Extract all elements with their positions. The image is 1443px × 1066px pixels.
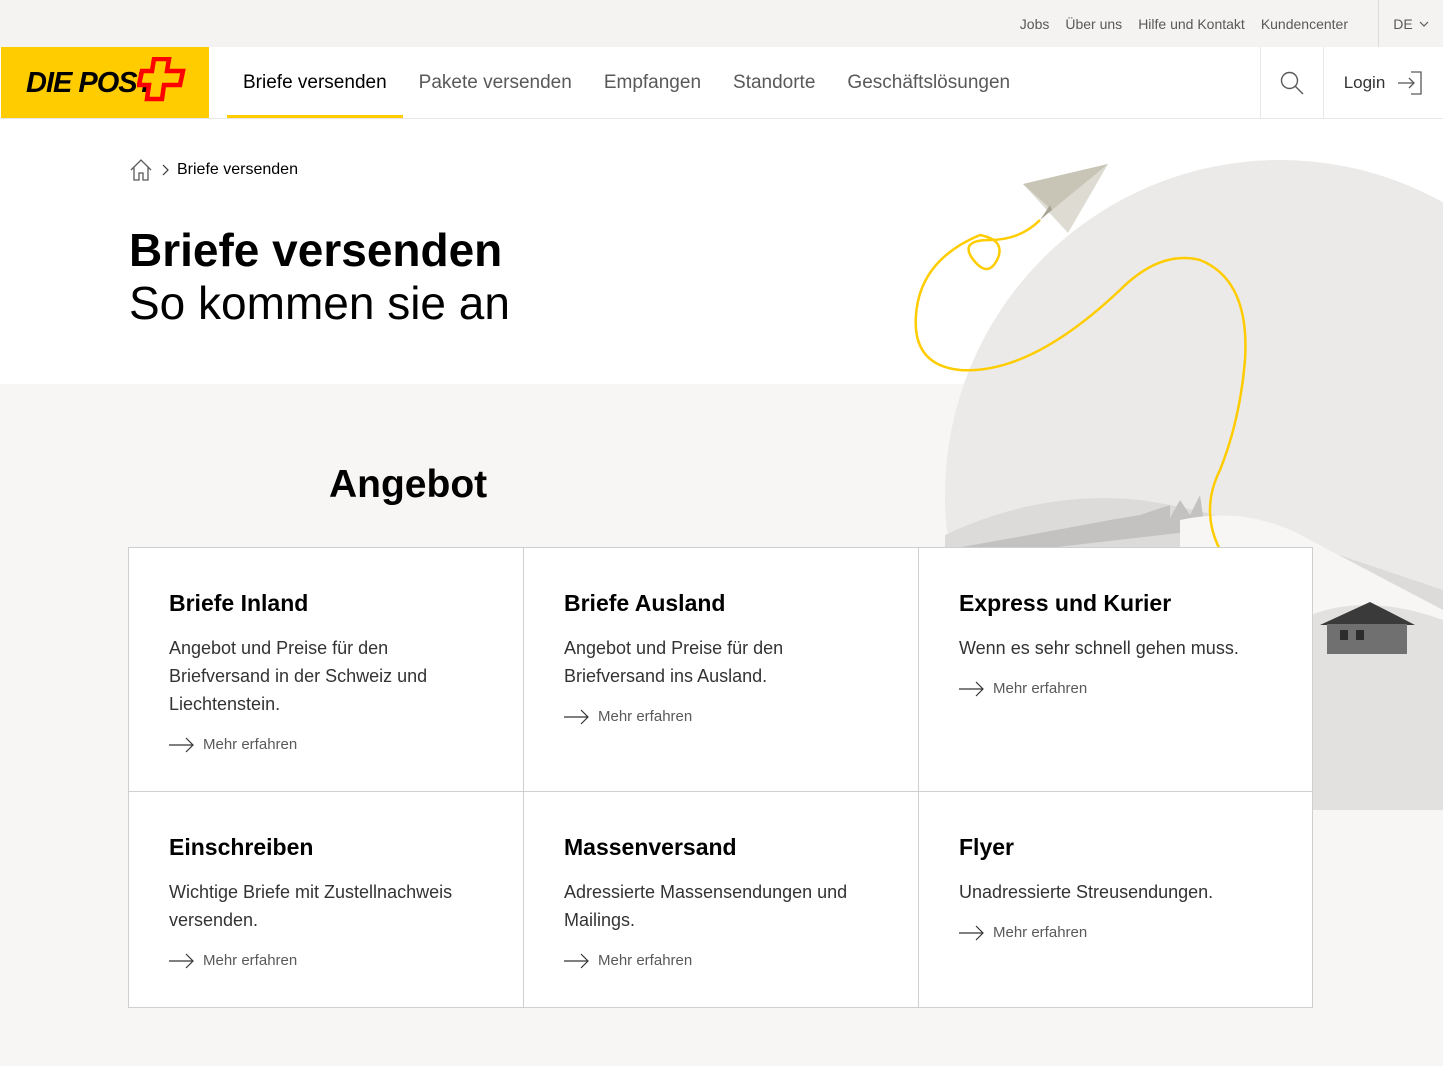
card-title: Massenversand — [564, 834, 737, 860]
nav-item-standorte[interactable]: Standorte — [717, 47, 831, 118]
login-button[interactable]: Login — [1324, 47, 1443, 118]
arrow-right-icon — [169, 737, 194, 752]
section-title-angebot: Angebot — [329, 463, 488, 506]
meta-link-hilfe-kontakt[interactable]: Hilfe und Kontakt — [1138, 16, 1245, 32]
chevron-down-icon — [1419, 21, 1429, 27]
breadcrumb-current: Briefe versenden — [177, 161, 298, 178]
offer-card-flyer[interactable]: Flyer Unadressierte Streusendungen. Mehr… — [919, 792, 1312, 1007]
card-link-label: Mehr erfahren — [203, 736, 298, 753]
page-subtitle: So kommen sie an — [129, 277, 510, 329]
card-title: Flyer — [959, 834, 1014, 860]
logo-text: DIE POST — [26, 67, 154, 99]
offer-card-express-kurier[interactable]: Express und Kurier Wenn es sehr schnell … — [919, 548, 1312, 792]
language-label: DE — [1393, 15, 1413, 32]
offer-grid: Briefe Inland Angebot und Preise für den… — [128, 547, 1313, 1008]
meta-link-kundencenter[interactable]: Kundencenter — [1261, 16, 1348, 32]
card-title: Briefe Inland — [169, 590, 309, 616]
nav-items: Briefe versenden Pakete versenden Empfan… — [227, 47, 1026, 118]
card-link[interactable]: Mehr erfahren — [959, 680, 1272, 697]
page-title: Briefe versenden — [129, 224, 503, 276]
search-icon — [1280, 71, 1304, 94]
card-link-label: Mehr erfahren — [598, 952, 693, 969]
home-icon[interactable] — [129, 158, 153, 182]
card-link-label: Mehr erfahren — [598, 708, 693, 725]
nav-item-geschaeftsloesungen[interactable]: Geschäftslösungen — [831, 47, 1026, 118]
nav-item-briefe-versenden[interactable]: Briefe versenden — [227, 47, 403, 118]
card-link-label: Mehr erfahren — [993, 924, 1088, 941]
offer-card-briefe-inland[interactable]: Briefe Inland Angebot und Preise für den… — [129, 548, 524, 792]
swiss-cross-icon — [137, 57, 186, 102]
nav-item-pakete-versenden[interactable]: Pakete versenden — [403, 47, 588, 118]
card-link-label: Mehr erfahren — [993, 680, 1088, 697]
card-link-label: Mehr erfahren — [203, 952, 298, 969]
breadcrumb: Briefe versenden — [129, 158, 298, 182]
arrow-right-icon — [564, 709, 589, 724]
card-link[interactable]: Mehr erfahren — [564, 708, 878, 725]
logo[interactable]: DIE POST — [1, 47, 209, 118]
card-text: Wenn es sehr schnell gehen muss. — [959, 638, 1239, 658]
login-label: Login — [1343, 72, 1386, 92]
card-text: Angebot und Preise für den Briefversand … — [564, 638, 784, 686]
arrow-right-icon — [564, 953, 589, 968]
login-icon — [1398, 70, 1422, 95]
nav-item-empfangen[interactable]: Empfangen — [588, 47, 717, 118]
offer-card-massenversand[interactable]: Massenversand Adressierte Massensendunge… — [524, 792, 919, 1007]
arrow-right-icon — [959, 681, 984, 696]
search-button[interactable] — [1260, 47, 1324, 118]
card-link[interactable]: Mehr erfahren — [169, 952, 483, 969]
arrow-right-icon — [959, 925, 984, 940]
arrow-right-icon — [169, 953, 194, 968]
meta-links: Jobs Über uns Hilfe und Kontakt Kundence… — [1020, 0, 1348, 47]
offer-card-einschreiben[interactable]: Einschreiben Wichtige Briefe mit Zustell… — [129, 792, 524, 1007]
chevron-right-icon — [162, 164, 169, 176]
card-link[interactable]: Mehr erfahren — [959, 924, 1272, 941]
meta-bar: Jobs Über uns Hilfe und Kontakt Kundence… — [0, 0, 1443, 47]
card-link[interactable]: Mehr erfahren — [564, 952, 878, 969]
meta-link-jobs[interactable]: Jobs — [1020, 16, 1050, 32]
card-link[interactable]: Mehr erfahren — [169, 736, 483, 753]
card-title: Briefe Ausland — [564, 590, 726, 616]
card-text: Unadressierte Streusendungen. — [959, 882, 1214, 902]
main-nav: DIE POST Briefe versenden Pakete versend… — [0, 47, 1443, 119]
card-text: Adressierte Massensendungen und Mailings… — [564, 882, 848, 930]
card-title: Einschreiben — [169, 834, 314, 860]
language-selector[interactable]: DE — [1378, 0, 1443, 47]
meta-link-ueber-uns[interactable]: Über uns — [1065, 16, 1122, 32]
offer-card-briefe-ausland[interactable]: Briefe Ausland Angebot und Preise für de… — [524, 548, 919, 792]
card-text: Angebot und Preise für den Briefversand … — [169, 638, 428, 714]
card-text: Wichtige Briefe mit Zustellnachweis vers… — [169, 882, 453, 930]
card-title: Express und Kurier — [959, 590, 1172, 616]
